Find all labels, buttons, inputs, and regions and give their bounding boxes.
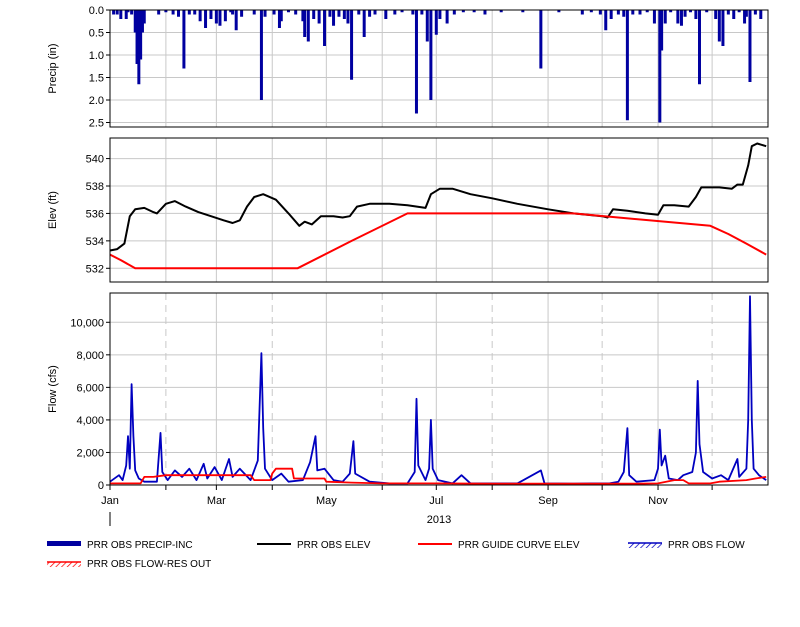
x-tick-label: Sep [538, 495, 558, 507]
y-axis-label: Precip (in) [47, 43, 59, 93]
y-tick-label: 2.0 [89, 95, 104, 107]
legend-label-prr-obs-elev: PRR OBS ELEV [297, 540, 371, 551]
legend-label-prr-obs-flow-res-out: PRR OBS FLOW-RES OUT [87, 559, 211, 570]
y-tick-label: 8,000 [76, 350, 104, 362]
x-tick-label: May [316, 495, 337, 507]
y-axis-label: Flow (cfs) [47, 365, 59, 413]
x-tick-label: Jul [429, 495, 443, 507]
y-tick-label: 1.5 [89, 73, 104, 85]
x-axis: Jan Mar May Jul Sep Nov 2013 [101, 485, 713, 526]
x-tick-label: Mar [207, 495, 226, 507]
legend-label-prr-obs-precip-inc: PRR OBS PRECIP-INC [87, 540, 193, 551]
legend-label-prr-obs-flow: PRR OBS FLOW [668, 540, 745, 551]
y-tick-label: 2,000 [76, 447, 104, 459]
y-tick-label: 1.0 [89, 50, 104, 62]
precip-panel: 0.0 0.5 1.0 1.5 2.0 2.5 Precip (in) [47, 5, 769, 130]
y-tick-label: 540 [86, 154, 104, 166]
hydrograph-figure: 0.00.51.01.52.02.5Precip (in)53253453653… [47, 5, 769, 570]
y-tick-label: 0 [98, 480, 104, 492]
y-tick-label: 538 [86, 181, 104, 193]
legend-swatch-prr-obs-precip-inc [47, 541, 81, 546]
x-year-label: 2013 [427, 514, 451, 526]
legend: PRR OBS PRECIP-INC PRR OBS ELEV PRR GUIDE … [47, 540, 745, 570]
y-tick-label: 0.5 [89, 28, 104, 40]
y-tick-label: 2.5 [89, 118, 104, 130]
legend-label-prr-guide-curve-elev: PRR GUIDE CURVE ELEV [458, 540, 580, 551]
y-tick-label: 536 [86, 208, 104, 220]
y-tick-label: 0.0 [89, 5, 104, 17]
x-tick-label: Nov [648, 495, 668, 507]
x-tick-label: Jan [101, 495, 119, 507]
elev-panel: 532 534 536 538 540 Elev (ft) [47, 137, 769, 283]
y-tick-label: 534 [86, 236, 104, 248]
plot-area [110, 138, 768, 282]
y-tick-label: 4,000 [76, 415, 104, 427]
flow-panel: 0 2,000 4,000 6,000 8,000 10,000 Flow (cfs) [47, 292, 769, 492]
plot-area [110, 10, 768, 127]
y-tick-label: 532 [86, 263, 104, 275]
y-tick-label: 10,000 [70, 317, 104, 329]
y-tick-label: 6,000 [76, 382, 104, 394]
y-axis-label: Elev (ft) [47, 191, 59, 229]
